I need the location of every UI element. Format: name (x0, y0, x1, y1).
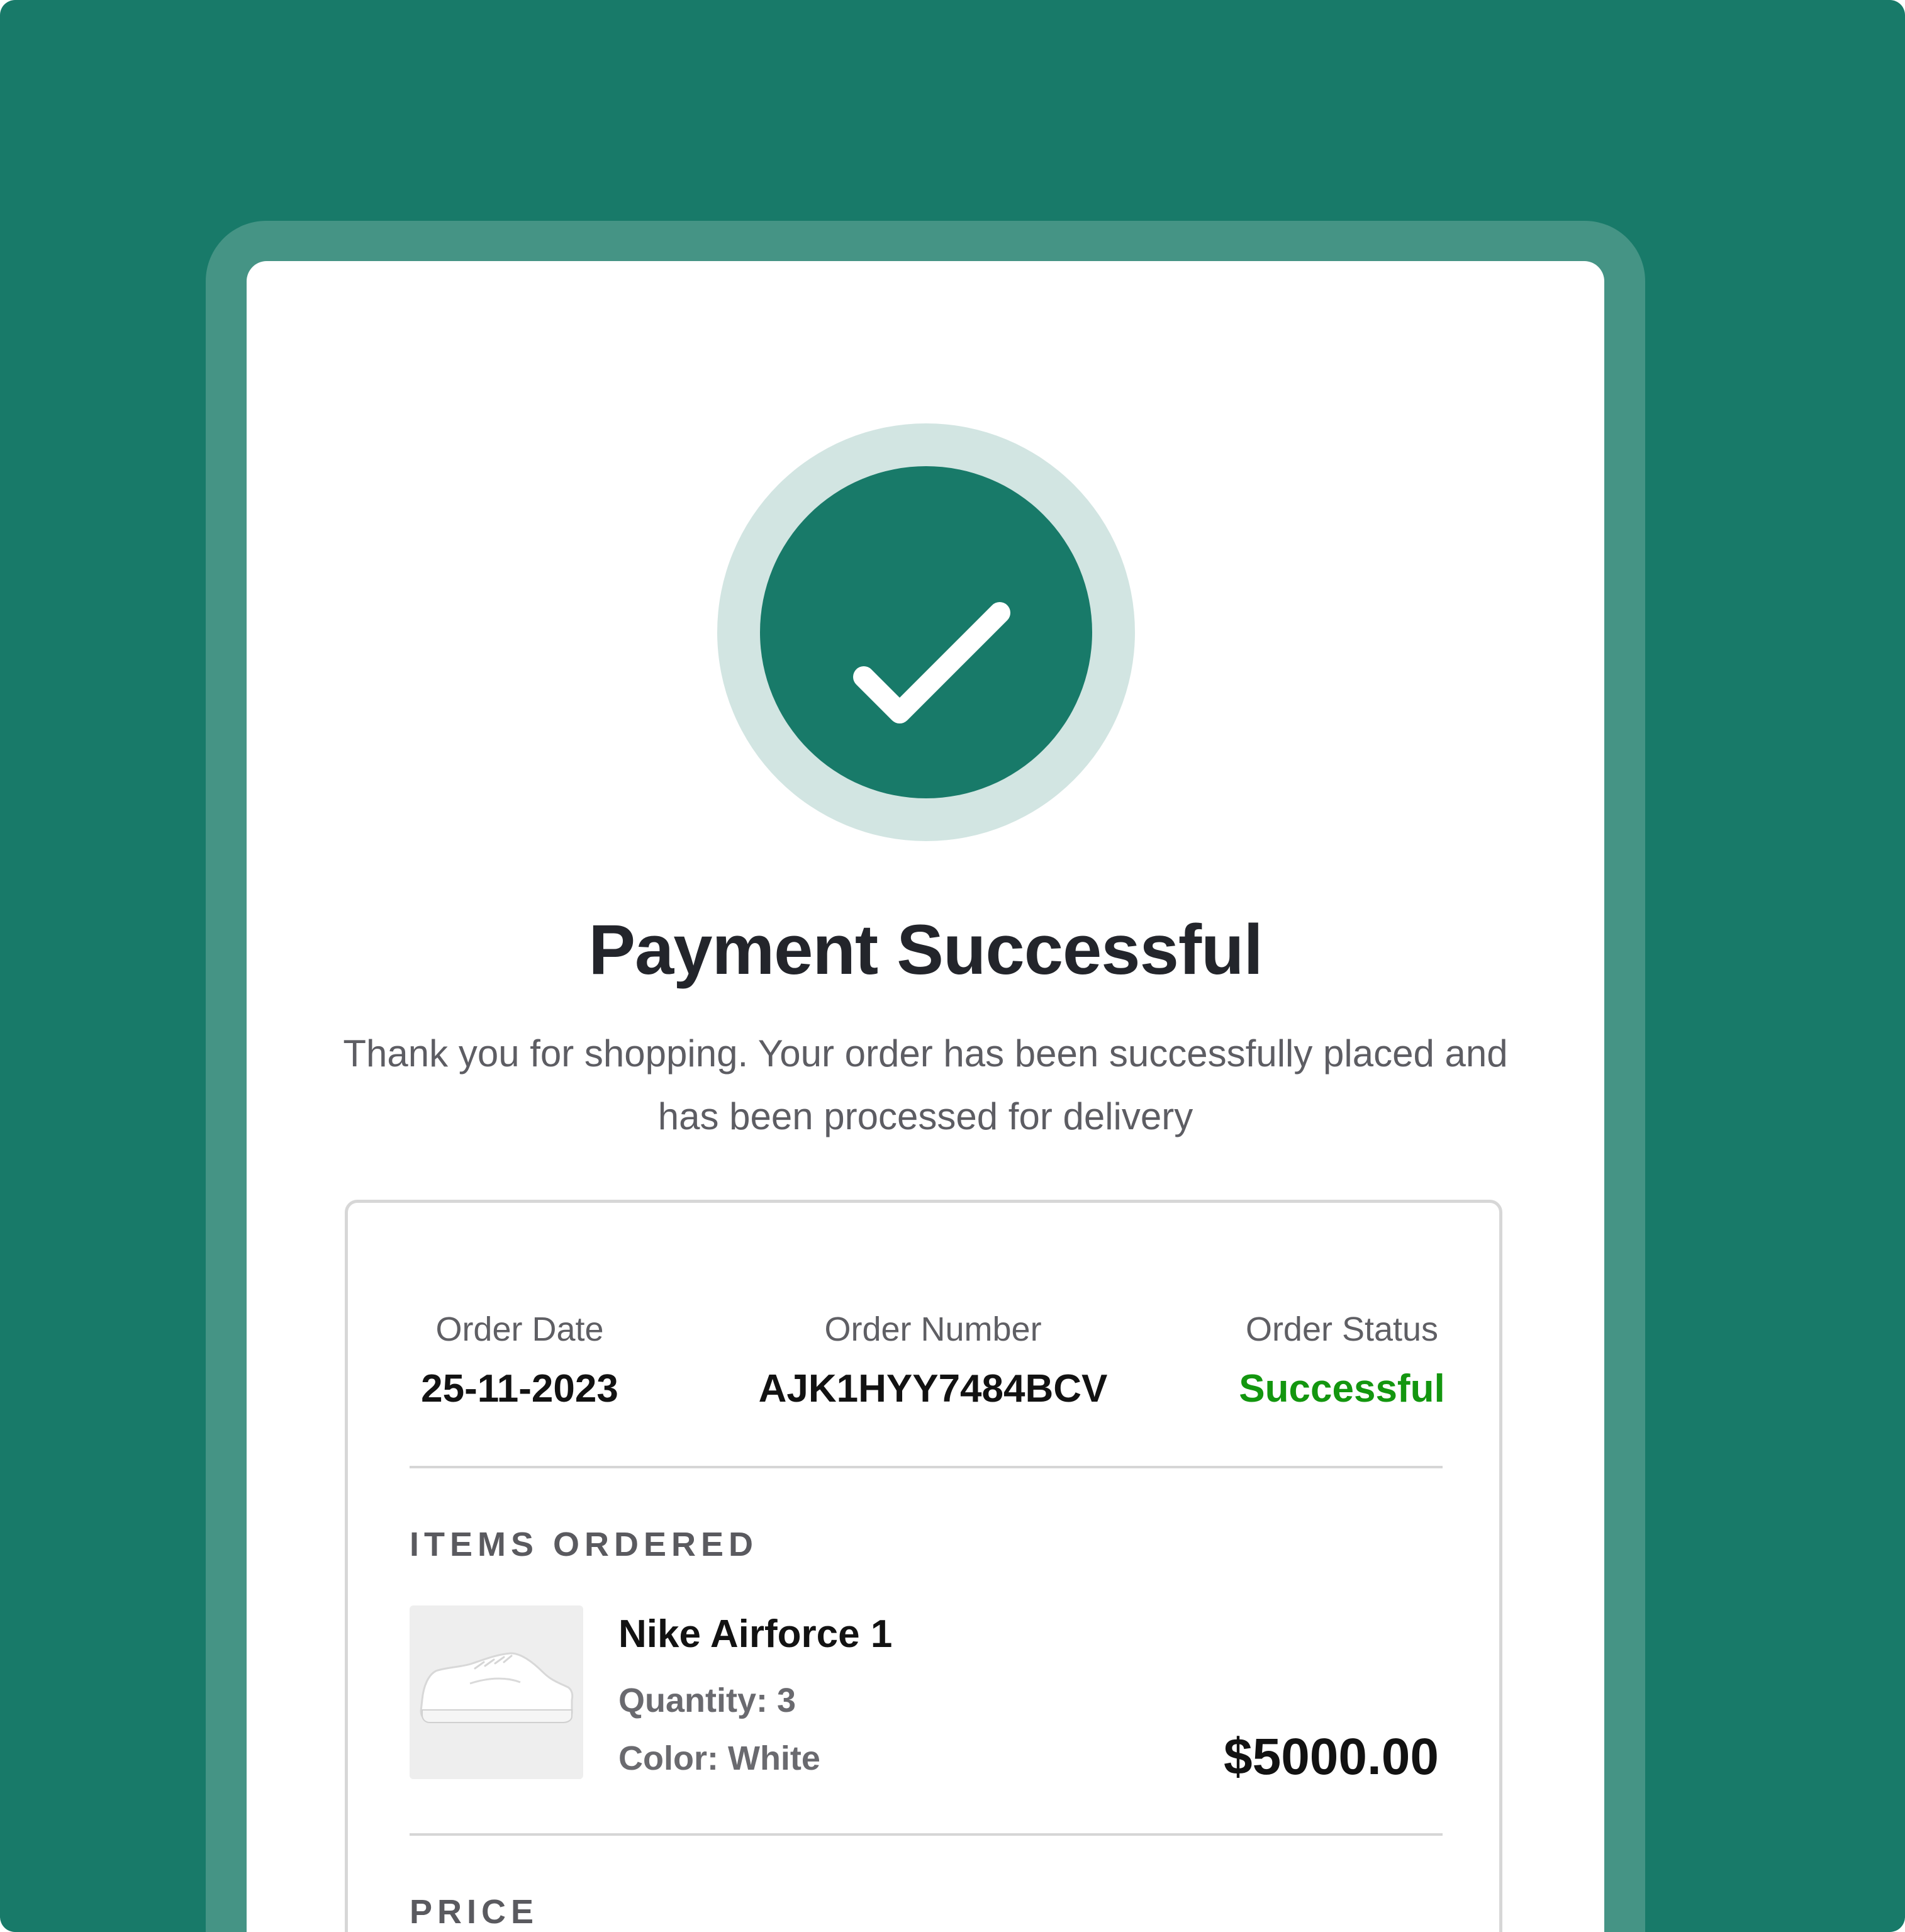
order-summary-card: Order Date 25-11-2023 Order Number AJK1H… (345, 1200, 1502, 1932)
order-date: Order Date 25-11-2023 (410, 1310, 630, 1411)
order-date-label: Order Date (435, 1310, 604, 1348)
order-status-label: Order Status (1245, 1310, 1439, 1348)
status-badge: Successful (1239, 1367, 1445, 1410)
payment-confirmation-screen: Payment Successful Thank you for shoppin… (247, 261, 1604, 1932)
confirmation-message: Thank you for shopping. Your order has b… (343, 1032, 1508, 1137)
divider (410, 1833, 1443, 1836)
order-date-value: 25-11-2023 (421, 1367, 618, 1410)
success-badge-circle (760, 466, 1092, 798)
order-number: Order Number AJK1HYY7484BCV (732, 1310, 1134, 1411)
success-badge (717, 423, 1135, 841)
order-number-label: Order Number (824, 1310, 1042, 1348)
product-quantity: Quantity: 3 (618, 1682, 796, 1719)
order-number-value: AJK1HYY7484BCV (758, 1367, 1108, 1410)
items-ordered-heading: ITEMS ORDERED (410, 1526, 759, 1563)
sneaker-image (420, 1652, 574, 1723)
product-name: Nike Airforce 1 (618, 1612, 893, 1656)
page-title: Payment Successful (588, 910, 1263, 989)
product-image (410, 1605, 583, 1779)
price-heading: PRICE (410, 1893, 539, 1931)
product-color: Color: White (618, 1739, 820, 1777)
divider (410, 1466, 1443, 1468)
order-status: Order Status Successful (1229, 1310, 1455, 1411)
product-price: $5000.00 (1223, 1728, 1439, 1785)
checkmark-icon (853, 602, 1010, 723)
